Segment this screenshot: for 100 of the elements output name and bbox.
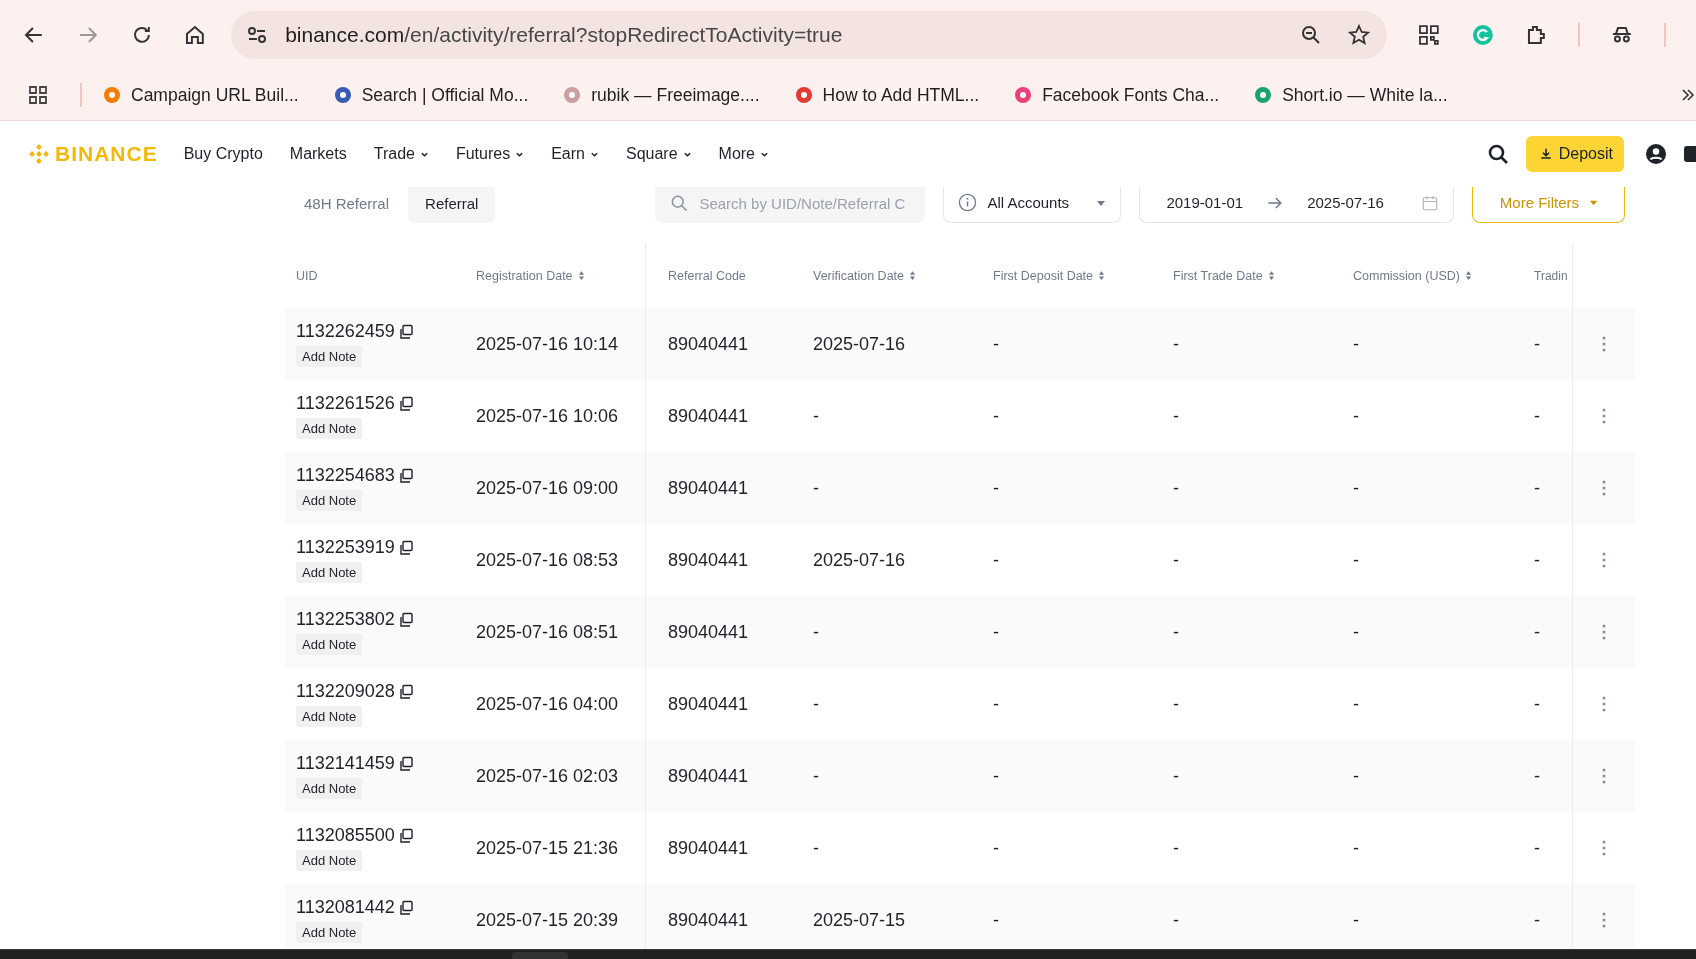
add-note-button[interactable]: Add Note <box>296 418 363 439</box>
address-bar[interactable]: binance.com/en/activity/referral?stopRedirectToActivity=true <box>231 11 1387 59</box>
table-cell: - <box>1173 837 1179 859</box>
table-cell: - <box>993 909 999 931</box>
table-cell: 89040441 <box>668 621 749 643</box>
bookmark[interactable]: Short.io — White la... <box>1253 84 1448 106</box>
table-cell: - <box>1534 621 1540 643</box>
nav-link[interactable]: Buy Crypto <box>183 145 263 163</box>
table-cell: - <box>813 477 819 499</box>
table-cell: 2025-07-16 08:51 <box>476 621 619 643</box>
nav-link[interactable]: Trade <box>373 145 429 163</box>
sort-icon[interactable] <box>1267 270 1275 281</box>
column-header: Verification Date <box>802 243 982 308</box>
more-options-icon[interactable] <box>1602 840 1606 856</box>
column-header: First Deposit Date <box>982 243 1162 308</box>
add-note-button[interactable]: Add Note <box>296 778 363 799</box>
deposit-button[interactable]: Deposit <box>1525 136 1624 172</box>
table-cell: - <box>1353 765 1359 787</box>
uid-text: 1132085500 <box>296 825 395 846</box>
copy-icon[interactable] <box>397 611 414 628</box>
add-note-button[interactable]: Add Note <box>296 490 363 511</box>
table-cell: - <box>1353 909 1359 931</box>
copy-icon[interactable] <box>397 899 414 916</box>
nav-link[interactable]: Markets <box>289 145 347 163</box>
add-note-button[interactable]: Add Note <box>296 346 363 367</box>
sort-icon[interactable] <box>1464 270 1472 281</box>
table-cell: - <box>1353 693 1359 715</box>
more-options-icon[interactable] <box>1602 552 1606 568</box>
table-cell: - <box>993 837 999 859</box>
info-icon <box>958 193 978 212</box>
copy-icon[interactable] <box>397 755 414 772</box>
table-cell: - <box>1534 333 1540 355</box>
more-options-icon[interactable] <box>1602 696 1606 712</box>
table-cell: - <box>1353 621 1359 643</box>
table-cell: 89040441 <box>668 333 749 355</box>
more-options-icon[interactable] <box>1602 336 1606 352</box>
table-cell: 2025-07-16 10:06 <box>476 405 619 427</box>
more-options-icon[interactable] <box>1602 768 1606 784</box>
dropdown-arrow-icon <box>1589 198 1598 207</box>
table-cell: - <box>993 693 999 715</box>
user-icon[interactable] <box>1644 142 1668 166</box>
table-cell: - <box>1534 765 1540 787</box>
bookmark[interactable]: Search | Official Mo... <box>332 84 529 106</box>
nav-link[interactable]: More <box>718 145 769 163</box>
table-cell: 89040441 <box>668 765 749 787</box>
nav-link[interactable]: Earn <box>551 145 599 163</box>
sort-icon[interactable] <box>1098 270 1106 281</box>
table-cell: - <box>1173 405 1179 427</box>
add-note-button[interactable]: Add Note <box>296 562 363 583</box>
nav-link[interactable]: Futures <box>455 145 525 163</box>
table-cell: 89040441 <box>668 837 749 859</box>
table-cell: 89040441 <box>668 405 749 427</box>
table-cell: 2025-07-15 20:39 <box>476 909 619 931</box>
apps-grid-icon[interactable] <box>26 83 50 107</box>
more-bookmarks-icon[interactable] <box>1680 87 1696 103</box>
qr-code-icon[interactable] <box>1416 23 1441 47</box>
copy-icon[interactable] <box>397 539 414 556</box>
add-note-button[interactable]: Add Note <box>296 634 363 655</box>
copy-icon[interactable] <box>397 323 414 340</box>
table-cell: - <box>1173 549 1179 571</box>
table-cell: - <box>1353 837 1359 859</box>
table-cell: - <box>993 333 999 355</box>
bookmark[interactable]: Facebook Fonts Cha... <box>1013 84 1220 106</box>
favicon-icon <box>562 85 583 105</box>
favicon-icon <box>1013 85 1034 105</box>
table-cell: - <box>993 477 999 499</box>
table-cell: - <box>1173 765 1179 787</box>
more-options-icon[interactable] <box>1602 624 1606 640</box>
uid-text: 1132262459 <box>296 321 395 342</box>
bookmark[interactable]: rubik — Freeimage.... <box>562 84 760 106</box>
add-note-button[interactable]: Add Note <box>296 706 363 727</box>
copy-icon[interactable] <box>397 395 414 412</box>
table-cell: - <box>1353 405 1359 427</box>
table-cell: 2025-07-16 02:03 <box>476 765 619 787</box>
nav-link[interactable]: Square <box>625 145 692 163</box>
bookmark[interactable]: How to Add HTML... <box>793 84 980 106</box>
sort-icon[interactable] <box>909 270 917 281</box>
uid-text: 1132254683 <box>296 465 395 486</box>
more-options-icon[interactable] <box>1602 480 1606 496</box>
add-note-button[interactable]: Add Note <box>296 850 363 871</box>
favicon-icon <box>102 85 122 105</box>
table-cell: - <box>813 693 819 715</box>
sort-icon[interactable] <box>577 270 585 281</box>
add-note-button[interactable]: Add Note <box>296 922 363 943</box>
copy-icon[interactable] <box>397 683 414 700</box>
tab[interactable]: 48H Referral <box>287 183 407 223</box>
more-options-icon[interactable] <box>1602 408 1606 424</box>
table-cell: 2025-07-16 08:53 <box>476 549 619 571</box>
table-cell: - <box>1534 909 1540 931</box>
table-cell: - <box>1173 693 1179 715</box>
column-header: Commission (USD) <box>1342 243 1523 308</box>
table-cell: - <box>1173 477 1179 499</box>
table-cell: 2025-07-16 04:00 <box>476 693 619 715</box>
copy-icon[interactable] <box>397 827 414 844</box>
calendar-icon <box>1421 193 1440 212</box>
more-options-icon[interactable] <box>1602 912 1606 928</box>
bookmark[interactable]: Campaign URL Buil... <box>102 84 299 106</box>
star-icon[interactable] <box>1346 23 1371 47</box>
copy-icon[interactable] <box>397 467 414 484</box>
column-header: UID <box>295 267 319 285</box>
